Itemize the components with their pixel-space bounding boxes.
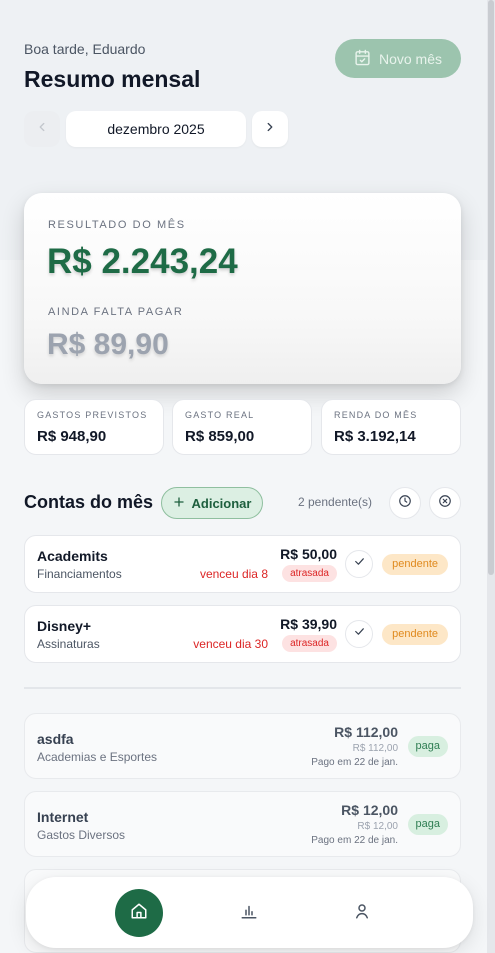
chevron-left-icon: [35, 120, 49, 139]
stat-value: R$ 948,90: [37, 428, 107, 445]
bill-due-date: venceu dia 30: [193, 637, 268, 651]
stat-label: GASTOS PREVISTOS: [37, 410, 148, 420]
stat-value: R$ 859,00: [185, 428, 255, 445]
new-month-label: Novo mês: [378, 50, 443, 67]
stat-monthly-income: RENDA DO MÊS R$ 3.192,14: [321, 399, 461, 455]
late-badge: atrasada: [282, 635, 337, 652]
result-value: R$ 2.243,24: [47, 242, 238, 281]
bill-category: Assinaturas: [37, 637, 100, 651]
current-month: dezembro 2025: [66, 111, 246, 147]
stat-value: R$ 3.192,14: [334, 428, 416, 445]
stat-label: RENDA DO MÊS: [334, 410, 418, 420]
paid-bill-item[interactable]: asdfa Academias e Esportes R$ 112,00 R$ …: [24, 713, 461, 779]
page-title: Resumo mensal: [24, 66, 201, 92]
bill-category: Gastos Diversos: [37, 828, 126, 842]
pending-bill-item[interactable]: Academits Financiamentos R$ 50,00 venceu…: [24, 535, 461, 593]
mark-paid-button[interactable]: [345, 620, 373, 648]
check-icon: [353, 555, 366, 573]
late-badge: atrasada: [282, 565, 337, 582]
plus-icon: [173, 496, 185, 511]
pending-count: 2 pendente(s): [298, 495, 373, 509]
next-month-button[interactable]: [252, 111, 288, 147]
paid-badge: paga: [407, 736, 448, 757]
bill-planned-amount: R$ 12,00: [357, 821, 398, 832]
calendar-check-icon: [354, 49, 371, 69]
bill-amount: R$ 12,00: [341, 802, 398, 818]
stat-planned-expenses: GASTOS PREVISTOS R$ 948,90: [24, 399, 164, 455]
bill-planned-amount: R$ 112,00: [352, 743, 398, 754]
divider: [24, 687, 461, 689]
result-label: RESULTADO DO MÊS: [48, 219, 186, 231]
pending-badge: pendente: [382, 624, 448, 645]
user-icon: [353, 902, 371, 925]
nav-profile-button[interactable]: [350, 901, 374, 925]
bill-amount: R$ 39,90: [280, 616, 337, 632]
nav-charts-button[interactable]: [237, 901, 261, 925]
add-bill-button[interactable]: Adicionar: [161, 487, 263, 519]
check-icon: [353, 625, 366, 643]
paid-badge: paga: [407, 814, 448, 835]
bill-name: Internet: [37, 809, 89, 825]
scrollbar[interactable]: [487, 0, 495, 953]
paid-bill-item[interactable]: Internet Gastos Diversos R$ 12,00 R$ 12,…: [24, 791, 461, 857]
pending-badge: pendente: [382, 554, 448, 575]
bill-category: Financiamentos: [37, 567, 122, 581]
bills-title: Contas do mês: [24, 492, 154, 512]
bar-chart-icon: [240, 902, 258, 925]
bill-amount: R$ 50,00: [280, 546, 337, 562]
bill-paid-date: Pago em 22 de jan.: [311, 835, 398, 846]
bill-name: Academits: [37, 548, 108, 564]
bill-due-date: venceu dia 8: [199, 567, 268, 581]
chevron-right-icon: [263, 120, 277, 139]
prev-month-button[interactable]: [24, 111, 60, 147]
remaining-label: AINDA FALTA PAGAR: [48, 306, 184, 318]
stat-actual-expenses: GASTO REAL R$ 859,00: [172, 399, 312, 455]
greeting: Boa tarde, Eduardo: [24, 41, 146, 57]
nav-home-button[interactable]: [115, 889, 163, 937]
home-icon: [130, 902, 148, 925]
scrollbar-thumb[interactable]: [488, 0, 494, 575]
add-bill-label: Adicionar: [191, 495, 252, 511]
stat-label: GASTO REAL: [185, 410, 255, 420]
clock-icon: [398, 494, 412, 513]
history-button[interactable]: [389, 487, 421, 519]
x-circle-icon: [438, 494, 452, 513]
bills-header: Contas do mês Adicionar 2 pendente(s): [24, 487, 461, 519]
bill-name: Disney+: [37, 618, 92, 634]
bill-name: asdfa: [37, 731, 74, 747]
bill-category: Academias e Esportes: [37, 750, 158, 764]
mark-paid-button[interactable]: [345, 550, 373, 578]
new-month-button[interactable]: Novo mês: [335, 39, 461, 78]
remaining-value: R$ 89,90: [47, 328, 169, 361]
pending-bill-item[interactable]: Disney+ Assinaturas R$ 39,90 venceu dia …: [24, 605, 461, 663]
bill-amount: R$ 112,00: [334, 724, 398, 740]
clear-button[interactable]: [429, 487, 461, 519]
summary-card: RESULTADO DO MÊS R$ 2.243,24 AINDA FALTA…: [24, 193, 461, 384]
bottom-navigation: [26, 877, 473, 948]
bill-paid-date: Pago em 22 de jan.: [311, 757, 398, 768]
